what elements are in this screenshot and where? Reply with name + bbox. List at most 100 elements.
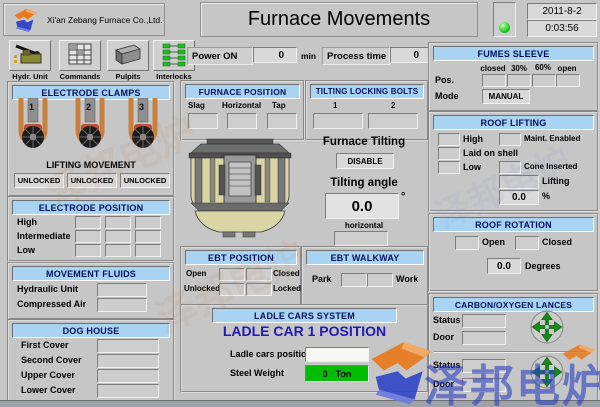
- fumes-mode-manual-button[interactable]: MANUAL: [482, 89, 530, 104]
- title-box: Furnace Movements: [200, 2, 478, 37]
- window-bottom-edge: [0, 400, 600, 407]
- col-label: 30%: [506, 64, 532, 73]
- roof-high-label: High: [463, 134, 483, 144]
- indicator: [341, 273, 367, 287]
- indicator: [462, 314, 506, 328]
- indicator: [97, 298, 147, 312]
- indicator: [438, 133, 460, 146]
- lifting-movement-label: LIFTING MOVEMENT: [9, 160, 173, 170]
- indicator: [438, 161, 460, 174]
- furnace-position-title: FURNACE POSITION: [185, 84, 300, 99]
- rotation-closed-label: Closed: [542, 237, 572, 247]
- ebt-walkway-title: EBT WALKWAY: [306, 250, 424, 265]
- clamp2-unlocked-button[interactable]: UNLOCKED: [67, 173, 117, 188]
- furnace-tilting-title: Furnace Tilting: [303, 136, 425, 148]
- clamp1-unlocked-button[interactable]: UNLOCKED: [14, 173, 64, 188]
- indicator: [462, 378, 506, 392]
- degrees-label: Degrees: [525, 261, 561, 271]
- indicator: [97, 354, 159, 368]
- lances-panel: CARBON/OXYGEN LANCES Status Door Status …: [428, 293, 599, 404]
- park-label: Park: [312, 274, 332, 284]
- ebt-open-label: Open: [186, 269, 206, 278]
- date-display: 2011-8-2: [527, 3, 597, 20]
- steel-weight-value: 0: [323, 369, 328, 379]
- tilting-angle-value: 0.0: [325, 193, 399, 219]
- time-display: 0:03:56: [527, 20, 597, 37]
- hydr-unit-button[interactable]: Hydr. Unit: [6, 40, 54, 81]
- electrode-position-title: ELECTRODE POSITION: [12, 200, 170, 215]
- tilting-angle-unit: °: [401, 191, 405, 203]
- ebt-locked-label: Locked: [273, 284, 301, 293]
- horizontal-label: horizontal: [303, 221, 425, 230]
- row-label: Lower Cover: [21, 385, 76, 395]
- electrode-clamps-panel: ELECTRODE CLAMPS 1: [7, 81, 175, 197]
- col-label: 1: [333, 101, 337, 110]
- process-time-label-box: Process time: [322, 47, 390, 65]
- furnace-tilting-block: Furnace Tilting DISABLE Tilting angle 0.…: [303, 136, 425, 148]
- lance2-direction-control[interactable]: [530, 355, 564, 394]
- lifting-unit: %: [542, 191, 550, 201]
- status-light-box: [493, 2, 516, 37]
- hydr-unit-label: Hydr. Unit: [6, 72, 54, 81]
- clamp3-unlocked-button[interactable]: UNLOCKED: [120, 173, 170, 188]
- ebt-closed-label: Closed: [273, 269, 300, 278]
- ebt-position-panel: EBT POSITION Open Closed Unlocked Locked: [180, 246, 302, 307]
- laid-on-shell-label: Laid on shell: [463, 148, 518, 158]
- indicator: [515, 236, 539, 250]
- rotation-degrees-value: 0.0: [487, 258, 521, 274]
- row-label: Upper Cover: [21, 370, 75, 380]
- power-on-value: 0: [253, 47, 297, 63]
- indicator: [499, 161, 521, 174]
- fumes-sleeve-title: FUMES SLEEVE: [433, 46, 594, 61]
- company-z-logo-icon: [10, 7, 40, 33]
- lance2-door-label: Door: [433, 379, 454, 389]
- indicator: [135, 244, 161, 257]
- steel-weight-unit: Ton: [336, 369, 352, 379]
- indicator: [188, 113, 218, 129]
- indicator: [462, 359, 506, 373]
- indicator: [75, 230, 101, 243]
- commands-button[interactable]: Commands: [56, 40, 104, 81]
- indicator: [455, 236, 479, 250]
- commands-icon: [59, 40, 101, 71]
- company-logo-box: Xi'an Zebang Furnace Co.,Ltd.: [3, 3, 165, 36]
- roof-rotation-title: ROOF ROTATION: [433, 217, 594, 232]
- page-title: Furnace Movements: [248, 8, 430, 31]
- process-time-value: 0: [390, 47, 430, 63]
- lance1-direction-control[interactable]: [530, 310, 564, 349]
- col-label: Horizontal: [222, 101, 261, 110]
- mode-label: Mode: [435, 91, 459, 101]
- electrode-clamp-1: 1: [16, 98, 50, 160]
- indicator: [368, 113, 418, 129]
- pulpits-icon: [107, 40, 149, 71]
- movement-fluids-title: MOVEMENT FLUIDS: [12, 266, 170, 281]
- lifting-value: 0.0: [499, 190, 539, 205]
- lance2-status-label: Status: [433, 360, 461, 370]
- indicator: [532, 74, 556, 87]
- indicator: [97, 369, 159, 383]
- indicator: [97, 384, 159, 398]
- ladle-position-field[interactable]: [305, 347, 369, 362]
- ladle-cars-title: LADLE CARS SYSTEM: [212, 308, 397, 323]
- power-on-label: Power ON: [192, 51, 237, 62]
- tilting-disable-button[interactable]: DISABLE: [336, 153, 394, 169]
- tilting-bolts-title: TILTING LOCKING BOLTS: [310, 84, 424, 99]
- cone-inserted-label: Cone Inserted: [524, 162, 577, 171]
- roof-rotation-panel: ROOF ROTATION Open Closed 0.0 Degrees: [428, 213, 599, 292]
- indicator: [97, 339, 159, 353]
- dog-house-panel: DOG HOUSE First Cover Second Cover Upper…: [7, 319, 175, 404]
- indicator: [313, 113, 363, 129]
- col-label: Tap: [272, 101, 286, 110]
- furnace-position-panel: FURNACE POSITION Slag Horizontal Tap: [180, 80, 305, 141]
- hmi-screen: Xi'an Zebang Furnace Co.,Ltd. Furnace Mo…: [0, 0, 600, 407]
- process-time-label: Process time: [327, 51, 386, 62]
- ebt-walkway-panel: EBT WALKWAY Park Work: [301, 246, 429, 307]
- pulpits-button[interactable]: Pulpits: [104, 40, 152, 81]
- rotation-open-label: Open: [482, 237, 505, 247]
- tilting-locking-bolts-panel: TILTING LOCKING BOLTS 1 2: [305, 80, 429, 141]
- indicator: [499, 133, 521, 146]
- dog-house-title: DOG HOUSE: [12, 323, 170, 338]
- electrode-clamp-3: 3: [126, 98, 160, 160]
- roof-low-label: Low: [463, 162, 481, 172]
- electrode-number: 1: [29, 102, 34, 112]
